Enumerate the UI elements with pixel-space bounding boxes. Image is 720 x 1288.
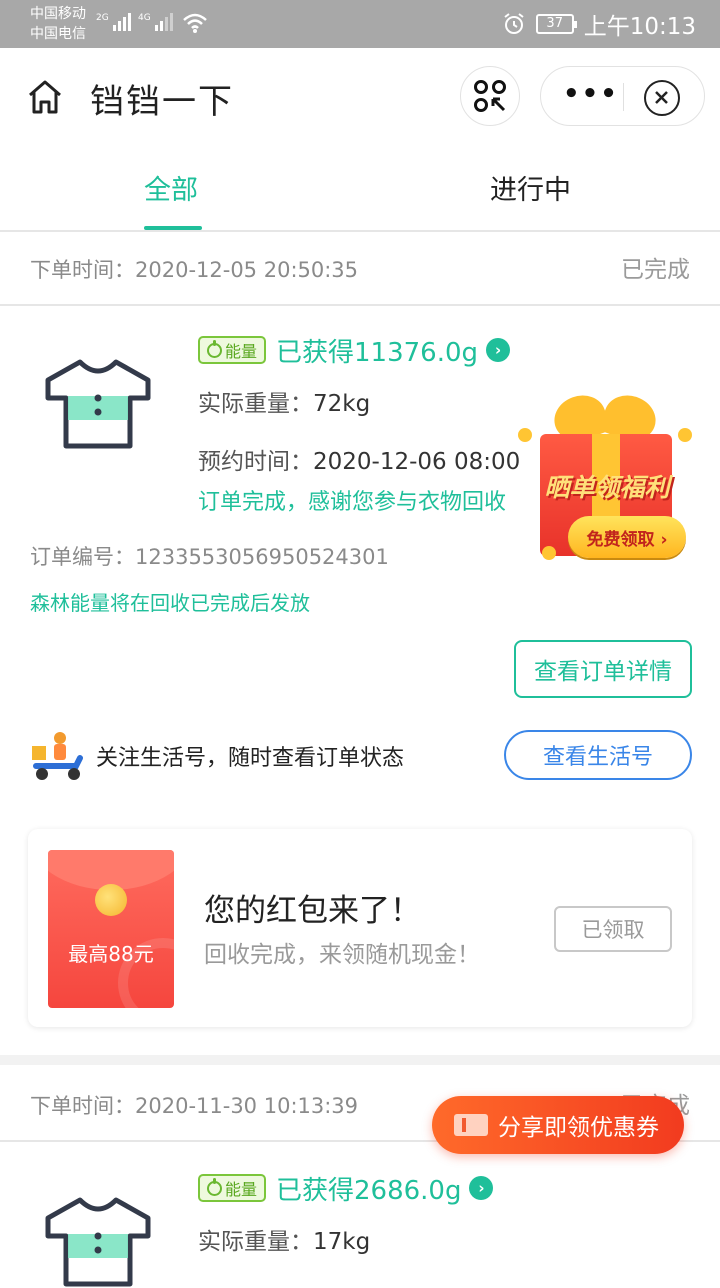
order-number: 订单编号：1233553056950524301	[30, 545, 389, 569]
order-status: 已完成	[621, 257, 690, 283]
network-type-2: 4G	[138, 13, 151, 23]
close-icon[interactable]	[644, 80, 680, 116]
gift-banner: 晒单领福利	[544, 473, 670, 502]
alarm-icon	[504, 13, 524, 34]
energy-earned-2: 已获得2686.0g	[276, 1175, 462, 1206]
energy-badge: 能量	[198, 336, 266, 364]
follow-row: 关注生活号，随时查看订单状态 查看生活号	[30, 728, 692, 784]
coin-icon	[95, 884, 127, 916]
actual-weight-2: 实际重量：17kg	[198, 1229, 371, 1255]
clothes-icon	[45, 359, 151, 449]
free-claim-button[interactable]: 免费领取 ›	[568, 516, 686, 558]
page-title: 铛铛一下	[90, 82, 234, 122]
share-coupon-label: 分享即领优惠券	[498, 1115, 659, 1141]
section-divider	[0, 1055, 720, 1065]
energy-row[interactable]: 能量 已获得11376.0g ›	[198, 334, 511, 368]
share-coupon-button[interactable]: 分享即领优惠券	[432, 1096, 684, 1154]
energy-earned: 已获得11376.0g	[276, 337, 479, 368]
view-life-account-button[interactable]: 查看生活号	[504, 730, 692, 780]
network-type-1: 2G	[96, 13, 109, 23]
carrier-1: 中国移动	[30, 6, 86, 22]
battery-icon: 37	[535, 14, 577, 34]
scooter-icon	[32, 732, 83, 780]
red-packet-title: 您的红包来了！	[204, 893, 421, 929]
signal-icon-1: 2G	[96, 13, 131, 31]
home-icon[interactable]	[26, 78, 64, 116]
scan-button[interactable]	[460, 66, 520, 126]
clothes-icon-2	[45, 1197, 151, 1287]
forest-energy-note: 森林能量将在回收已完成后发放	[30, 591, 310, 615]
menu-capsule: •••	[540, 66, 705, 126]
scan-icon	[474, 80, 506, 112]
tab-bar: 全部 进行中	[0, 146, 720, 232]
leaf-icon	[206, 1177, 222, 1196]
capsule-divider	[623, 83, 624, 111]
tab-active-indicator	[144, 226, 202, 230]
energy-badge-2: 能量	[198, 1174, 266, 1202]
red-packet-card: 最高88元 您的红包来了！ 回收完成，来领随机现金！ 已领取	[28, 829, 692, 1027]
complete-message: 订单完成，感谢您参与衣物回收	[198, 490, 507, 515]
follow-text: 关注生活号，随时查看订单状态	[96, 746, 405, 771]
clock: 上午10:13	[583, 14, 696, 40]
red-packet-image: 最高88元	[48, 850, 174, 1008]
leaf-icon	[206, 339, 222, 358]
claimed-button[interactable]: 已领取	[554, 906, 672, 952]
order-time-2: 下单时间：2020-11-30 10:13:39	[30, 1094, 359, 1118]
tab-in-progress[interactable]: 进行中	[490, 168, 571, 207]
tab-all[interactable]: 全部	[144, 168, 198, 207]
red-packet-subtitle: 回收完成，来领随机现金！	[204, 942, 480, 968]
appointment-time: 预约时间：2020-12-06 08:00	[198, 449, 521, 475]
ticket-icon	[454, 1114, 488, 1136]
view-order-detail-button[interactable]: 查看订单详情	[514, 640, 692, 698]
more-icon[interactable]: •••	[563, 81, 619, 107]
status-bar: 中国移动 中国电信 2G 4G 37 上午10:13	[0, 0, 720, 48]
wifi-icon	[183, 13, 207, 33]
order-time: 下单时间：2020-12-05 20:50:35	[30, 258, 359, 282]
chevron-right-icon[interactable]: ›	[469, 1176, 494, 1200]
signal-icon-2: 4G	[138, 13, 173, 31]
order-header: 下单时间：2020-12-05 20:50:35 已完成	[0, 232, 720, 306]
share-order-gift-float[interactable]: 晒单领福利 免费领取 ›	[512, 388, 708, 564]
carrier-2: 中国电信	[30, 26, 86, 42]
energy-row-2[interactable]: 能量 已获得2686.0g ›	[198, 1172, 494, 1206]
red-packet-amount: 最高88元	[68, 942, 154, 966]
actual-weight: 实际重量：72kg	[198, 391, 371, 417]
app-bar: 铛铛一下 •••	[0, 48, 720, 146]
chevron-right-icon[interactable]: ›	[486, 338, 511, 362]
